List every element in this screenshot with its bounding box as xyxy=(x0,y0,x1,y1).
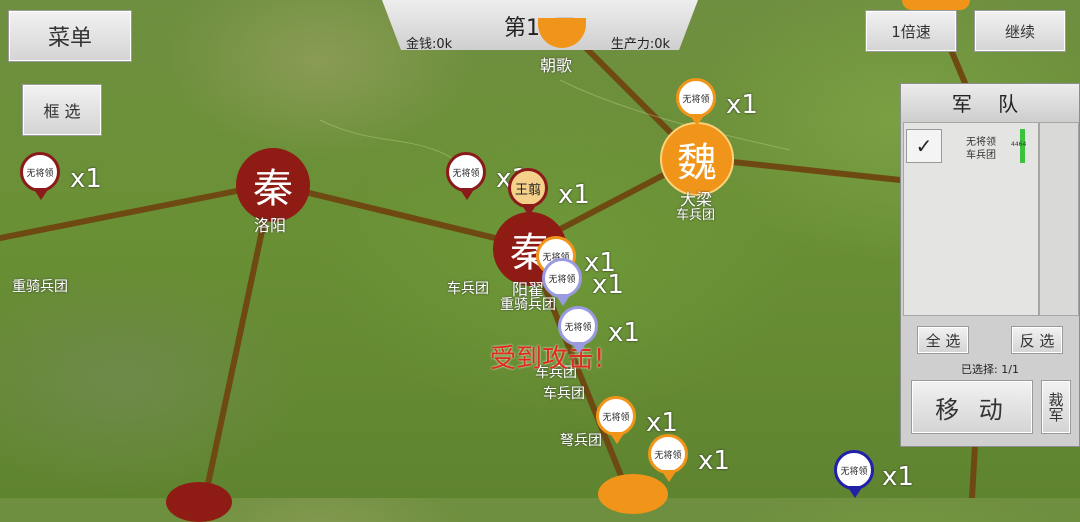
army-panel: 军 队 ✓ 无将领 车兵团 4464 全 选 反 选 已选择: 1/1 移 动 … xyxy=(900,83,1080,447)
army-marker[interactable]: 无将领 xyxy=(446,152,490,204)
army-marker[interactable]: 王翦 xyxy=(508,168,552,220)
general-badge: 无将领 xyxy=(596,396,636,436)
unit-strength: 4464 xyxy=(1011,141,1027,148)
army-count: x1 xyxy=(608,318,640,348)
army-marker[interactable]: 无将领 xyxy=(20,152,64,204)
general-badge: 无将领 xyxy=(20,152,60,192)
unit-label: 重骑兵团 xyxy=(12,279,68,295)
general-badge: 无将领 xyxy=(834,450,874,490)
box-select-button[interactable]: 框 选 xyxy=(22,84,102,136)
city-faction-glyph: 魏 xyxy=(677,140,717,186)
army-count: x1 xyxy=(882,462,914,492)
army-marker[interactable]: 无将领 xyxy=(542,258,586,310)
general-badge: 无将领 xyxy=(542,258,582,298)
army-list-scrollbar[interactable] xyxy=(1039,122,1079,316)
city-luoyang[interactable]: 秦 xyxy=(236,148,310,222)
money-readout: 金钱:0k xyxy=(406,37,453,52)
army-list: ✓ 无将领 车兵团 4464 xyxy=(903,122,1039,316)
unit-checkbox[interactable]: ✓ xyxy=(906,129,942,163)
army-marker[interactable]: 无将领 xyxy=(676,78,720,130)
army-count: x1 xyxy=(698,446,730,476)
select-all-button[interactable]: 全 选 xyxy=(917,326,969,354)
selected-count: 已选择: 1/1 xyxy=(961,363,1019,376)
production-readout: 生产力:0k xyxy=(610,37,670,52)
army-count: x1 xyxy=(592,270,624,300)
army-count: x1 xyxy=(558,180,590,210)
disband-button[interactable]: 裁军 xyxy=(1041,380,1071,434)
army-marker[interactable]: 无将领 xyxy=(648,434,692,486)
city-daliang[interactable]: 魏 xyxy=(660,122,734,196)
unit-label: 车兵团 xyxy=(543,386,585,402)
army-panel-title: 军 队 xyxy=(901,84,1079,120)
city-faction-glyph: 秦 xyxy=(253,166,293,212)
unit-type: 车兵团 xyxy=(966,150,996,161)
general-badge: 无将领 xyxy=(446,152,486,192)
army-marker-selected[interactable]: 无将领 xyxy=(558,306,602,358)
menu-button[interactable]: 菜单 xyxy=(8,10,132,62)
unit-label: 车兵团 xyxy=(447,281,489,297)
city-name-luoyang: 洛阳 xyxy=(254,216,287,235)
city-partial[interactable] xyxy=(166,482,232,522)
general-badge: 无将领 xyxy=(648,434,688,474)
army-count: x1 xyxy=(70,164,102,194)
army-marker[interactable]: 无将领 xyxy=(596,396,640,448)
lord-badge: 王翦 xyxy=(508,168,548,208)
continue-button[interactable]: 继续 xyxy=(974,10,1066,52)
army-marker[interactable]: 无将领 xyxy=(834,450,878,502)
general-badge: 无将领 xyxy=(558,306,598,346)
invert-selection-button[interactable]: 反 选 xyxy=(1011,326,1063,354)
unit-label: 车兵团 xyxy=(676,208,716,223)
move-button[interactable]: 移 动 xyxy=(911,380,1033,434)
city-partial[interactable] xyxy=(902,0,970,10)
city-name-chaoge: 朝歌 xyxy=(540,56,573,75)
speed-button[interactable]: 1倍速 xyxy=(865,10,957,52)
army-count: x1 xyxy=(726,90,758,120)
general-badge: 无将领 xyxy=(676,78,716,118)
road xyxy=(969,442,978,498)
